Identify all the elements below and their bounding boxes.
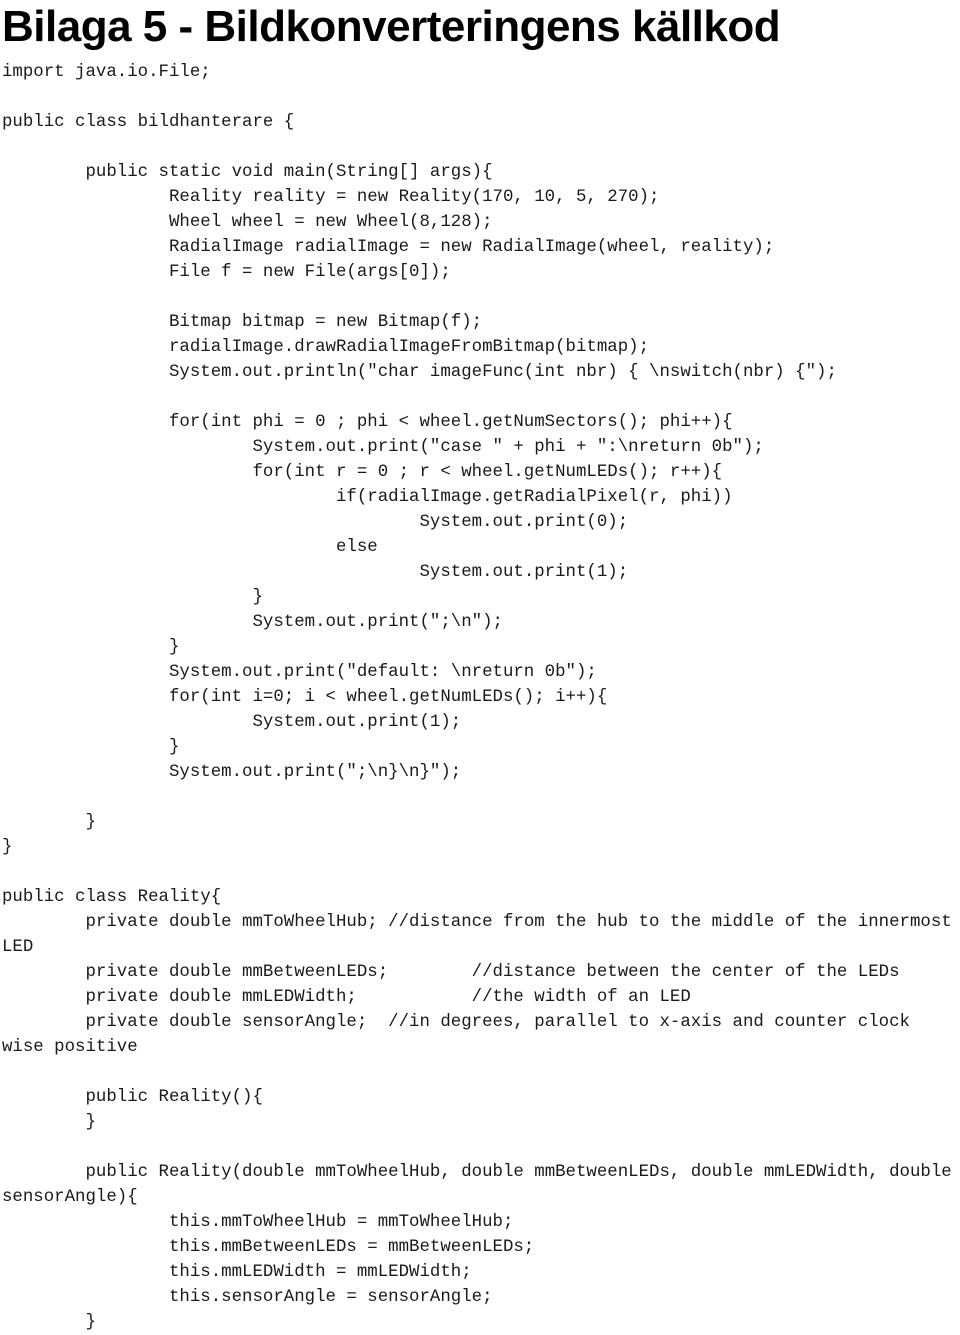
code-line: this.mmLEDWidth = mmLEDWidth;: [2, 1263, 472, 1282]
title-code-spacer: [0, 52, 960, 60]
code-line: for(int phi = 0 ; phi < wheel.getNumSect…: [2, 413, 733, 432]
code-line: System.out.println("char imageFunc(int n…: [2, 363, 837, 382]
code-line: public class Reality{: [2, 888, 222, 907]
code-line: }: [2, 838, 13, 857]
code-line: }: [2, 588, 263, 607]
code-line: }: [2, 1113, 96, 1132]
code-line: public Reality(double mmToWheelHub, doub…: [2, 1163, 952, 1207]
code-line: private double mmToWheelHub; //distance …: [2, 913, 952, 957]
code-line: Reality reality = new Reality(170, 10, 5…: [2, 188, 660, 207]
code-line: System.out.print("default: \nreturn 0b")…: [2, 663, 597, 682]
code-line: private double sensorAngle; //in degrees…: [2, 1013, 921, 1057]
code-line: private double mmLEDWidth; //the width o…: [2, 988, 691, 1007]
code-line: System.out.print("case " + phi + ":\nret…: [2, 438, 764, 457]
code-line: File f = new File(args[0]);: [2, 263, 451, 282]
code-line: import java.io.File;: [2, 63, 211, 82]
code-line: Wheel wheel = new Wheel(8,128);: [2, 213, 493, 232]
code-line: RadialImage radialImage = new RadialImag…: [2, 238, 775, 257]
code-line: System.out.print(";\n}\n}");: [2, 763, 462, 782]
code-line: public static void main(String[] args){: [2, 163, 493, 182]
code-line: if(radialImage.getRadialPixel(r, phi)): [2, 488, 733, 507]
document-page: Bilaga 5 - Bildkonverteringens källkod i…: [0, 0, 960, 1332]
code-line: System.out.print(1);: [2, 563, 629, 582]
code-line: for(int r = 0 ; r < wheel.getNumLEDs(); …: [2, 463, 723, 482]
code-line: this.mmToWheelHub = mmToWheelHub;: [2, 1213, 514, 1232]
code-line: for(int i=0; i < wheel.getNumLEDs(); i++…: [2, 688, 608, 707]
code-line: }: [2, 738, 180, 757]
code-line: }: [2, 638, 180, 657]
code-line: Bitmap bitmap = new Bitmap(f);: [2, 313, 483, 332]
code-line: }: [2, 1313, 96, 1332]
code-line: public class bildhanterare {: [2, 113, 295, 132]
code-line: this.mmBetweenLEDs = mmBetweenLEDs;: [2, 1238, 535, 1257]
code-line: }: [2, 813, 96, 832]
code-line: System.out.print(1);: [2, 713, 462, 732]
code-line: System.out.print(";\n");: [2, 613, 503, 632]
code-line: else: [2, 538, 378, 557]
code-line: radialImage.drawRadialImageFromBitmap(bi…: [2, 338, 650, 357]
source-code-block: import java.io.File; public class bildha…: [0, 60, 960, 1335]
code-line: System.out.print(0);: [2, 513, 629, 532]
code-line: private double mmBetweenLEDs; //distance…: [2, 963, 900, 982]
code-line: public Reality(){: [2, 1088, 263, 1107]
page-title: Bilaga 5 - Bildkonverteringens källkod: [2, 2, 781, 51]
